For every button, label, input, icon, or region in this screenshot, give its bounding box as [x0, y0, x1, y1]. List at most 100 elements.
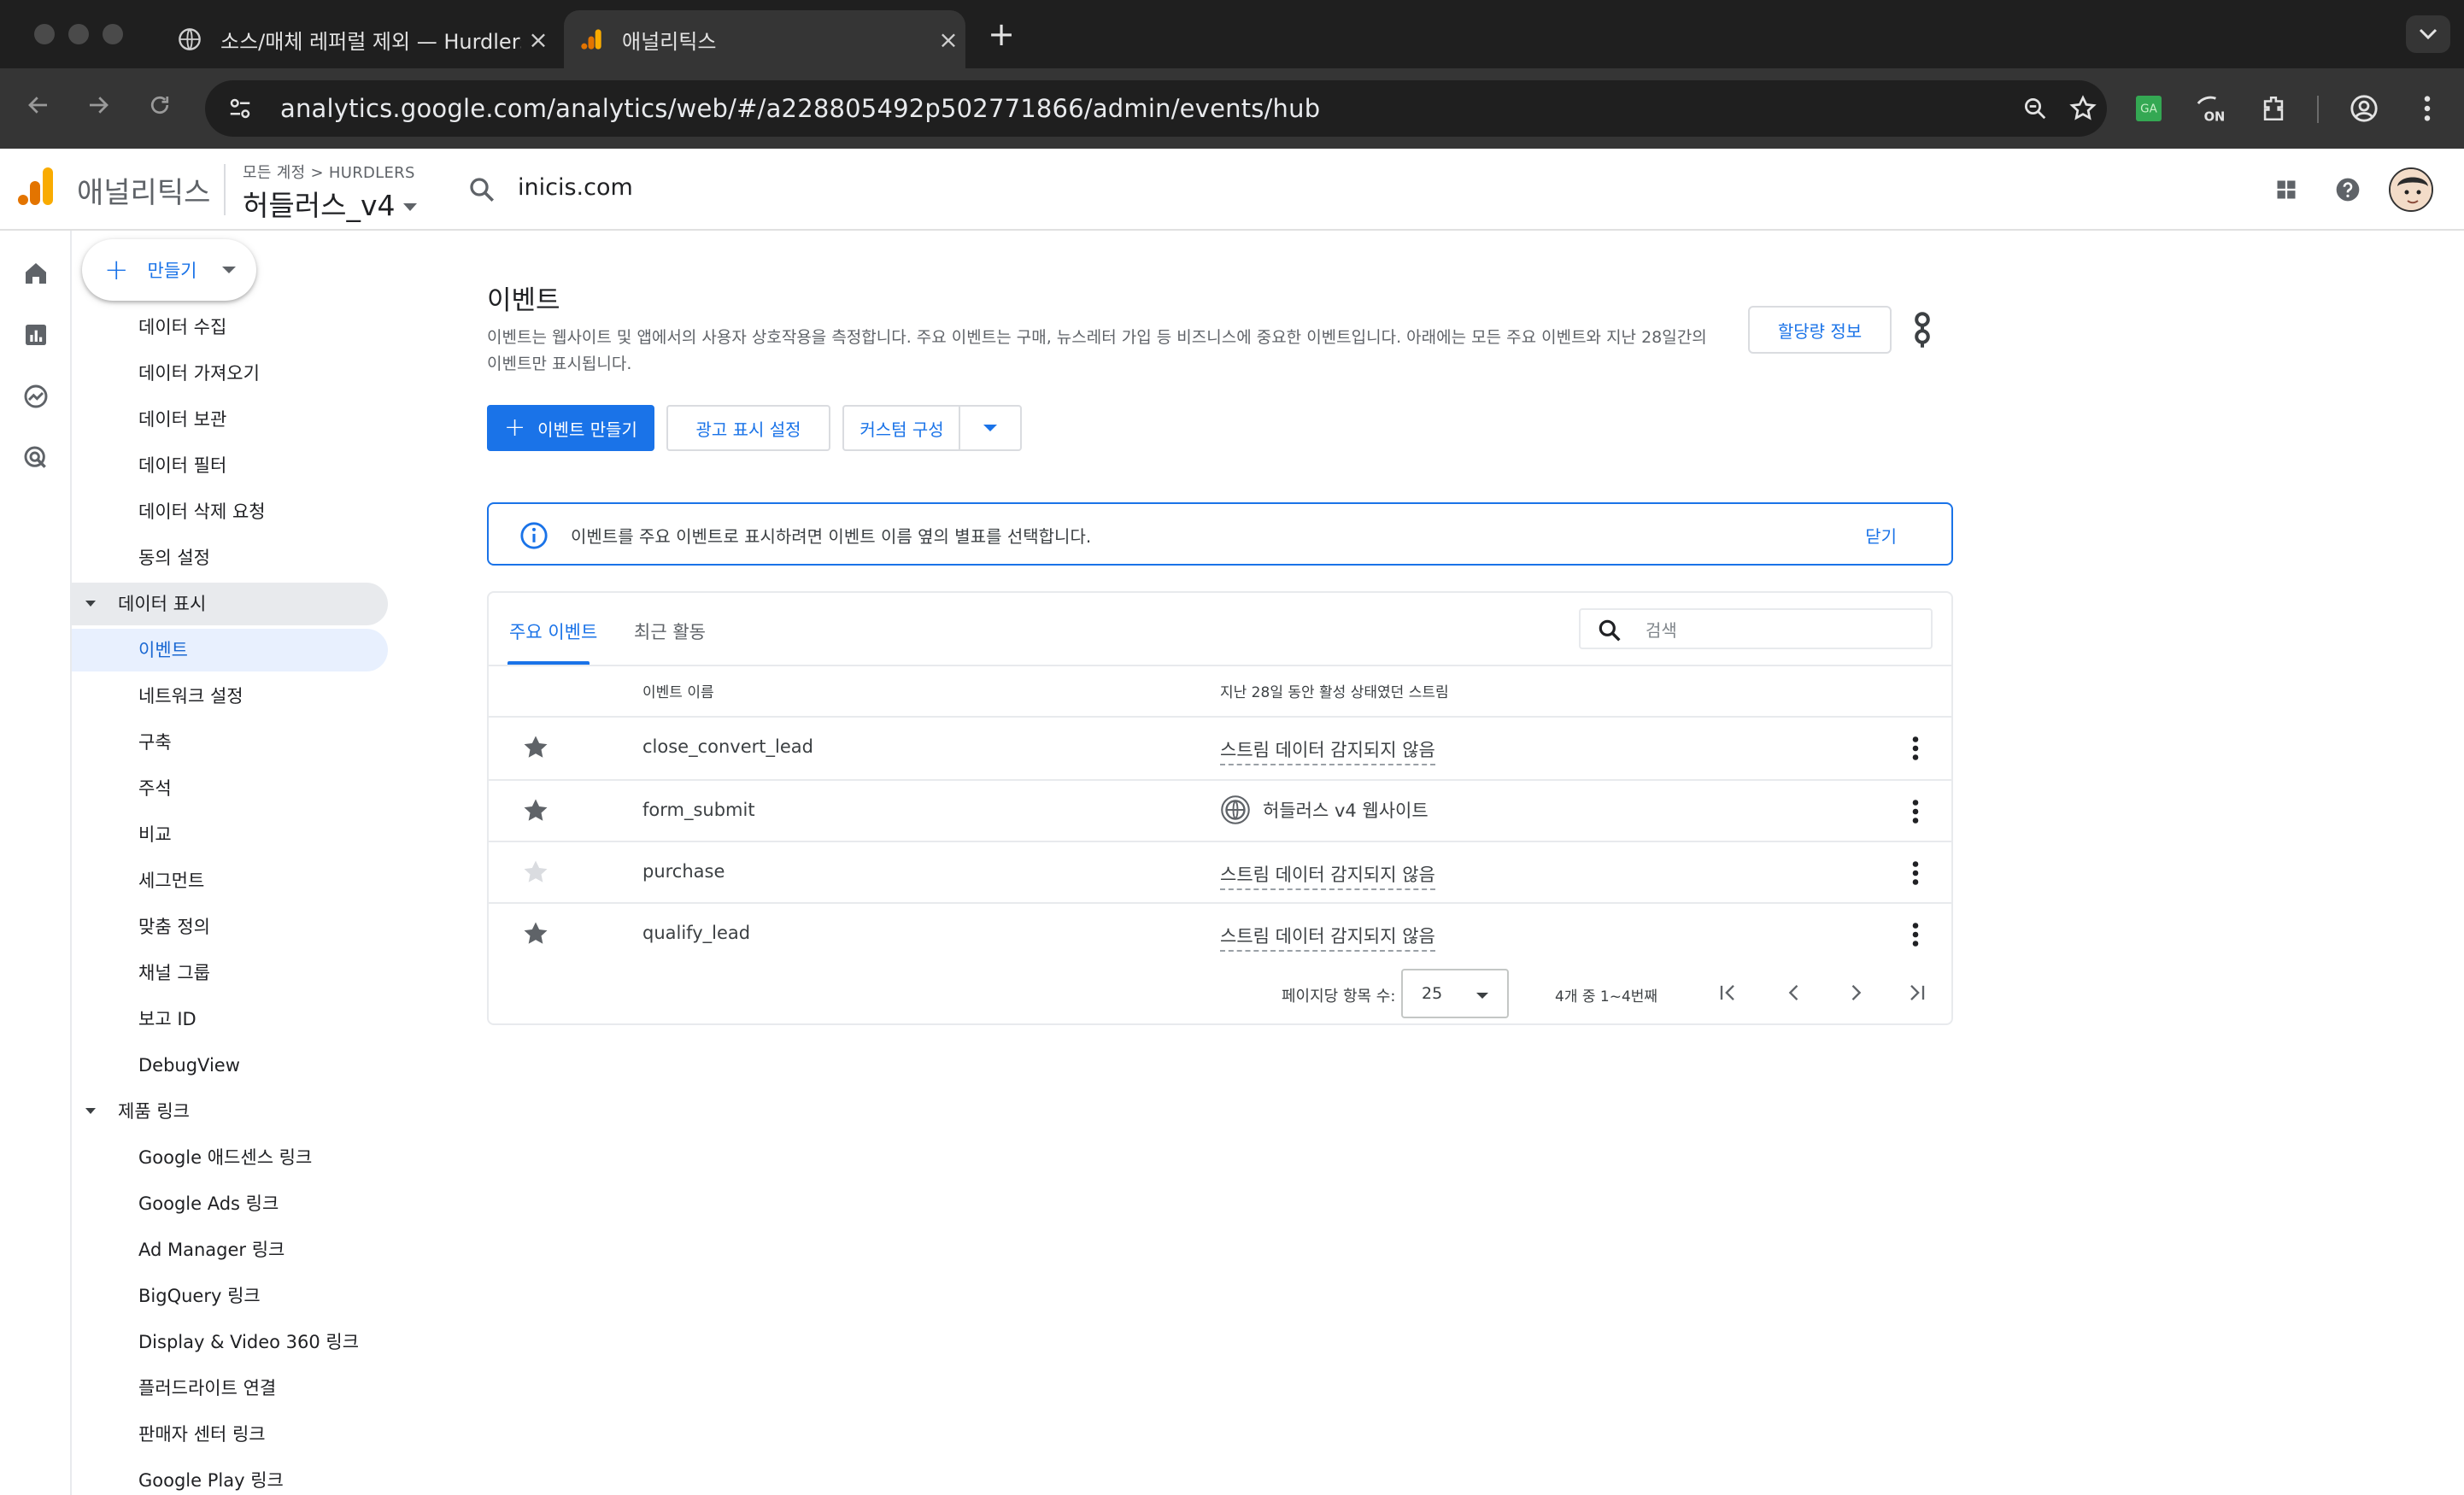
- nav-group-data-display[interactable]: 데이터 표시: [72, 583, 388, 625]
- profile-icon[interactable]: [2343, 87, 2385, 130]
- tab-recent-activity[interactable]: 최근 활동: [634, 619, 706, 644]
- nav-item-reporting-identity[interactable]: 보고 ID: [138, 998, 197, 1041]
- nav-item-dv360-links[interactable]: Display & Video 360 링크: [138, 1321, 359, 1363]
- more-vert-icon[interactable]: [1900, 733, 1931, 764]
- back-button[interactable]: [17, 87, 60, 130]
- page-title: 이벤트: [487, 285, 560, 316]
- apps-grid-icon[interactable]: [2266, 169, 2307, 210]
- nav-item-annotations[interactable]: 주석: [138, 767, 172, 810]
- reload-button[interactable]: [138, 87, 181, 130]
- search-icon[interactable]: [466, 174, 497, 205]
- explore-icon[interactable]: [19, 379, 53, 413]
- table-row: form_submit 허들러스 v4 웹사이트: [489, 781, 1951, 842]
- stream-status[interactable]: 스트림 데이터 감지되지 않음: [1220, 736, 1435, 765]
- quota-info-button[interactable]: 할당량 정보: [1748, 306, 1892, 354]
- column-header-event-name[interactable]: 이벤트 이름: [642, 680, 714, 701]
- more-vert-icon[interactable]: [1900, 858, 1931, 888]
- tab-search-button[interactable]: [2406, 15, 2450, 53]
- account-breadcrumb[interactable]: 모든 계정 > HURDLERS: [243, 161, 415, 183]
- tab-key-events[interactable]: 주요 이벤트: [509, 619, 597, 644]
- tab-title: 소스/매체 레퍼럴 제외 — Hurdlers: [220, 29, 521, 54]
- nav-item-data-import[interactable]: 데이터 가져오기: [138, 352, 260, 395]
- prev-page-button[interactable]: [1777, 976, 1811, 1010]
- nav-item-data-retention[interactable]: 데이터 보관: [138, 398, 226, 441]
- plus-icon: +: [104, 253, 129, 287]
- star-filled-icon[interactable]: [521, 919, 550, 948]
- site-info-icon[interactable]: [219, 87, 261, 130]
- reports-icon[interactable]: [19, 318, 53, 352]
- table-row: purchase 스트림 데이터 감지되지 않음: [489, 842, 1951, 904]
- nav-item-google-ads-links[interactable]: Google Ads 링크: [138, 1182, 279, 1225]
- close-icon[interactable]: ×: [931, 26, 965, 54]
- address-bar[interactable]: analytics.google.com/analytics/web/#/a22…: [205, 80, 2107, 137]
- nav-item-adsense-links[interactable]: Google 애드센스 링크: [138, 1136, 312, 1179]
- puzzle-extensions-icon[interactable]: [2252, 87, 2295, 130]
- nav-item-floodlight-links[interactable]: 플러드라이트 연결: [138, 1367, 276, 1410]
- more-vert-icon[interactable]: [1900, 796, 1931, 827]
- tag-assistant-extension-icon[interactable]: ON: [2191, 87, 2233, 130]
- browser-menu-icon[interactable]: [2406, 87, 2449, 130]
- ga-extension-icon[interactable]: GA: [2127, 87, 2170, 130]
- browser-tab-analytics[interactable]: 애널리틱스 ×: [564, 10, 965, 68]
- close-icon[interactable]: ×: [521, 26, 555, 54]
- zoom-icon[interactable]: [2011, 87, 2059, 130]
- create-event-button[interactable]: + 이벤트 만들기: [487, 405, 654, 451]
- forward-button[interactable]: [77, 87, 120, 130]
- browser-toolbar: analytics.google.com/analytics/web/#/a22…: [0, 68, 2464, 149]
- nav-item-events[interactable]: 이벤트: [72, 629, 388, 671]
- stream-status[interactable]: 스트림 데이터 감지되지 않음: [1220, 923, 1435, 952]
- caret-down-icon: [983, 425, 997, 431]
- banner-close-link[interactable]: 닫기: [1865, 523, 1897, 548]
- nav-item-merchant-center-links[interactable]: 판매자 센터 링크: [138, 1413, 266, 1456]
- events-search-input[interactable]: 검색: [1579, 608, 1933, 649]
- rows-per-page-select[interactable]: 25: [1401, 969, 1509, 1018]
- property-name: 허들러스_v4: [243, 189, 396, 222]
- nav-item-consent-settings[interactable]: 동의 설정: [138, 536, 210, 579]
- nav-item-custom-definitions[interactable]: 맞춤 정의: [138, 906, 210, 948]
- nav-group-product-links[interactable]: 제품 링크: [72, 1090, 388, 1133]
- star-outline-icon[interactable]: [521, 858, 550, 887]
- advertising-icon[interactable]: [19, 441, 53, 475]
- window-zoom-dot[interactable]: [103, 24, 123, 44]
- nav-item-data-deletion[interactable]: 데이터 삭제 요청: [138, 490, 266, 533]
- nav-item-channel-groups[interactable]: 채널 그룹: [138, 952, 210, 994]
- last-page-button[interactable]: [1900, 976, 1934, 1010]
- star-filled-icon[interactable]: [521, 733, 550, 762]
- nav-item-bigquery-links[interactable]: BigQuery 링크: [138, 1275, 261, 1317]
- new-tab-button[interactable]: +: [981, 14, 1022, 55]
- nav-item-ad-manager-links[interactable]: Ad Manager 링크: [138, 1228, 285, 1271]
- nav-item-comparisons[interactable]: 비교: [138, 813, 172, 856]
- nav-item-google-play-links[interactable]: Google Play 링크: [138, 1459, 284, 1495]
- window-close-dot[interactable]: [34, 24, 55, 44]
- analytics-logo-icon[interactable]: [17, 166, 55, 207]
- help-icon[interactable]: [2327, 169, 2368, 210]
- nav-item-data-filters[interactable]: 데이터 필터: [138, 444, 226, 487]
- window-minimize-dot[interactable]: [68, 24, 89, 44]
- browser-tab-hurdlers[interactable]: 소스/매체 레퍼럴 제외 — Hurdlers ×: [162, 10, 555, 68]
- stream-name: 허들러스 v4 웹사이트: [1263, 800, 1429, 821]
- nav-item-data-collection[interactable]: 데이터 수집: [138, 306, 226, 349]
- home-icon[interactable]: [19, 256, 53, 290]
- create-button[interactable]: + 만들기: [82, 239, 256, 301]
- property-selector[interactable]: 허들러스_v4: [243, 183, 418, 224]
- star-filled-icon[interactable]: [521, 796, 550, 825]
- first-page-button[interactable]: [1710, 976, 1745, 1010]
- stream-web[interactable]: 허들러스 v4 웹사이트: [1220, 794, 1429, 825]
- header-search-input[interactable]: inicis.com: [518, 174, 633, 201]
- stream-status[interactable]: 스트림 데이터 감지되지 않음: [1220, 861, 1435, 890]
- nav-item-debugview[interactable]: DebugView: [138, 1044, 240, 1087]
- tabs-divider: [489, 665, 1951, 666]
- nav-item-network-settings[interactable]: 네트워크 설정: [138, 675, 243, 718]
- user-avatar[interactable]: [2389, 167, 2433, 212]
- ad-display-settings-button[interactable]: 광고 표시 설정: [666, 405, 830, 451]
- key-events-help-icon[interactable]: [1910, 311, 1934, 349]
- bookmark-star-icon[interactable]: [2059, 87, 2107, 130]
- custom-config-button[interactable]: 커스텀 구성: [842, 405, 960, 451]
- more-vert-icon[interactable]: [1900, 919, 1931, 950]
- next-page-button[interactable]: [1839, 976, 1873, 1010]
- caret-down-icon: [1476, 993, 1488, 999]
- nav-item-build[interactable]: 구축: [138, 721, 172, 764]
- custom-config-dropdown[interactable]: [959, 405, 1022, 451]
- app-header: 애널리틱스 모든 계정 > HURDLERS 허들러스_v4 inicis.co…: [0, 149, 2464, 231]
- nav-item-segments[interactable]: 세그먼트: [138, 859, 204, 902]
